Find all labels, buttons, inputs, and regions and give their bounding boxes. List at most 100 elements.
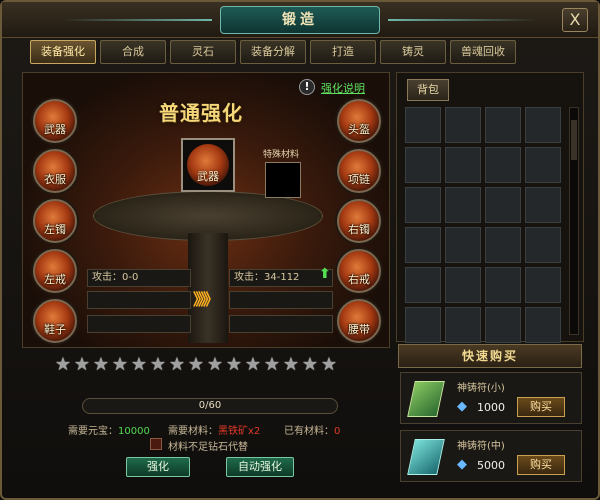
attack-after: 攻击：34-112	[229, 269, 333, 287]
slot-label: 头盔	[348, 123, 370, 136]
arrow-right-icon: 》》》	[193, 290, 219, 309]
increase-arrow-icon: ⬆	[319, 266, 331, 282]
bag-slot[interactable]	[525, 187, 561, 223]
bag-slot[interactable]	[485, 187, 521, 223]
attack-before: 攻击：0-0	[87, 269, 191, 287]
progress-text: 0/60	[198, 400, 222, 411]
slot-weapon[interactable]: 武器	[33, 99, 77, 143]
green-talisman-icon	[407, 381, 445, 417]
shop-item-name: 神铸符(中)	[457, 441, 505, 452]
star-icon: ★	[244, 354, 262, 375]
star-icon: ★	[54, 354, 72, 375]
stat-before-empty-1	[87, 291, 191, 309]
special-material-label: 特殊材料	[263, 150, 300, 160]
bag-slot[interactable]	[445, 107, 481, 143]
bag-slot[interactable]	[485, 147, 521, 183]
bag-slot[interactable]	[525, 307, 561, 343]
slot-left-bracelet[interactable]: 左镯	[33, 199, 77, 243]
bag-scrollbar[interactable]	[569, 107, 579, 335]
diamond-icon: ◆	[457, 399, 467, 414]
target-item-slot[interactable]: 武器	[181, 138, 235, 192]
stat-after-empty-2	[229, 315, 333, 333]
slot-label: 衣服	[44, 173, 66, 186]
bag-slot[interactable]	[525, 267, 561, 303]
enhance-progress-bar: 0/60	[82, 398, 338, 414]
bag-slot[interactable]	[485, 107, 521, 143]
bag-slot[interactable]	[405, 147, 441, 183]
bag-slot[interactable]	[405, 107, 441, 143]
target-item-label: 武器	[197, 170, 219, 183]
shop-item-price: 1000	[477, 401, 505, 414]
slot-belt[interactable]: 腰带	[337, 299, 381, 343]
bag-slot[interactable]	[445, 227, 481, 263]
close-button[interactable]: X	[562, 8, 588, 32]
enhance-button[interactable]: 强化	[126, 457, 190, 477]
slot-label: 左镯	[44, 223, 66, 236]
scroll-thumb[interactable]	[571, 120, 577, 160]
bag-slot[interactable]	[485, 227, 521, 263]
need-material-label: 需要材料：	[168, 426, 218, 437]
tab-equip-decompose[interactable]: 装备分解	[240, 40, 306, 64]
slot-label: 右镯	[348, 223, 370, 236]
tab-bar: 装备强化 合成 灵石 装备分解 打造 铸灵 兽魂回收	[30, 40, 516, 66]
slot-right-bracelet[interactable]: 右镯	[337, 199, 381, 243]
need-yuanbao-value: 10000	[118, 426, 150, 437]
star-icon: ★	[168, 354, 186, 375]
slot-label: 腰带	[348, 323, 370, 336]
slot-label: 项链	[348, 173, 370, 186]
buy-button[interactable]: 购买	[517, 397, 565, 417]
bag-slot[interactable]	[445, 147, 481, 183]
bag-slot[interactable]	[405, 307, 441, 343]
slot-necklace[interactable]: 项链	[337, 149, 381, 193]
enhance-heading: 普通强化	[159, 101, 243, 125]
tab-cast-spirit[interactable]: 铸灵	[380, 40, 446, 64]
star-icon: ★	[263, 354, 281, 375]
buy-button[interactable]: 购买	[517, 455, 565, 475]
slot-label: 左戒	[44, 273, 66, 286]
tab-beast-soul-recycle[interactable]: 兽魂回收	[450, 40, 516, 64]
enhance-help-link[interactable]: 强化说明	[321, 80, 365, 96]
stat-after-empty-1	[229, 291, 333, 309]
bag-slot[interactable]	[405, 267, 441, 303]
enhance-star-rating: ★ ★ ★ ★ ★ ★ ★ ★ ★ ★ ★ ★ ★ ★ ★	[54, 354, 338, 375]
tab-equip-enhance[interactable]: 装备强化	[30, 40, 96, 64]
bag-slot[interactable]	[405, 187, 441, 223]
slot-helmet[interactable]: 头盔	[337, 99, 381, 143]
bag-slot[interactable]	[405, 227, 441, 263]
special-material-slot[interactable]	[265, 162, 301, 198]
bag-slot[interactable]	[525, 227, 561, 263]
slot-armor[interactable]: 衣服	[33, 149, 77, 193]
bag-slot[interactable]	[445, 307, 481, 343]
stat-before-empty-2	[87, 315, 191, 333]
bag-grid	[405, 107, 561, 343]
auto-enhance-button[interactable]: 自动强化	[226, 457, 294, 477]
star-icon: ★	[282, 354, 300, 375]
bag-slot[interactable]	[485, 307, 521, 343]
star-icon: ★	[73, 354, 91, 375]
bag-slot[interactable]	[445, 187, 481, 223]
tab-combine[interactable]: 合成	[100, 40, 166, 64]
star-icon: ★	[149, 354, 167, 375]
need-material-value: 黑铁矿x2	[218, 426, 261, 437]
star-icon: ★	[206, 354, 224, 375]
bag-slot[interactable]	[525, 147, 561, 183]
tab-forge[interactable]: 打造	[310, 40, 376, 64]
bag-slot[interactable]	[485, 267, 521, 303]
bag-slot[interactable]	[445, 267, 481, 303]
title-bar[interactable]: 锻造 X	[2, 2, 598, 38]
shop-item: 神铸符(小) ◆ 1000 购买	[400, 372, 582, 424]
help-icon[interactable]: !	[299, 79, 315, 95]
diamond-icon: ◆	[457, 457, 467, 472]
title-decoration-left	[62, 19, 212, 21]
bag-slot[interactable]	[525, 107, 561, 143]
slot-left-ring[interactable]: 左戒	[33, 249, 77, 293]
shop-item-name: 神铸符(小)	[457, 383, 505, 394]
tab-spirit-stone[interactable]: 灵石	[170, 40, 236, 64]
slot-boots[interactable]: 鞋子	[33, 299, 77, 343]
diamond-substitute-checkbox[interactable]	[150, 438, 162, 450]
bag-tab[interactable]: 背包	[407, 79, 449, 101]
slot-right-ring[interactable]: 右戒	[337, 249, 381, 293]
star-icon: ★	[130, 354, 148, 375]
star-icon: ★	[225, 354, 243, 375]
need-material: 需要材料：黑铁矿x2	[168, 422, 260, 437]
